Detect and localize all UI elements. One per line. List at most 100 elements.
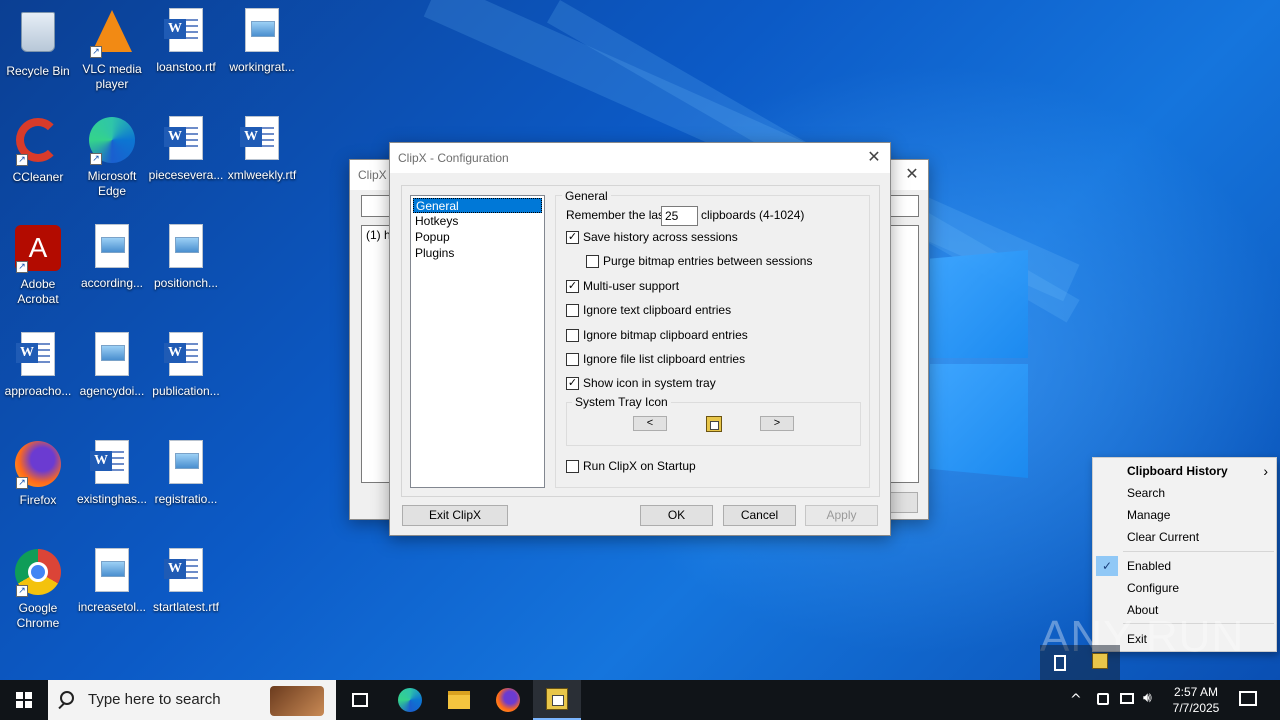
desktop-icon[interactable]: according... <box>74 224 150 291</box>
checkbox-box[interactable] <box>566 328 579 342</box>
checkbox-box[interactable] <box>566 303 579 317</box>
menu-item-enabled[interactable]: Enabled <box>1127 555 1275 577</box>
start-button[interactable] <box>0 680 48 720</box>
show-tray-checkbox[interactable]: ✓ Show icon in system tray <box>566 376 716 390</box>
checkbox-label: Save history across sessions <box>583 230 738 244</box>
purge-bitmap-checkbox[interactable]: Purge bitmap entries between sessions <box>586 254 812 268</box>
menu-item-configure[interactable]: Configure <box>1127 577 1275 599</box>
submenu-arrow-icon: › <box>1263 463 1268 479</box>
run-startup-checkbox[interactable]: Run ClipX on Startup <box>566 459 696 473</box>
firefox-icon: ↗ <box>14 441 62 489</box>
tray-display-icon[interactable] <box>1120 693 1134 704</box>
desktop-icon-label: Firefox <box>19 493 57 507</box>
remember-prefix-label: Remember the last <box>566 208 668 222</box>
desktop-icon[interactable]: Wstartlatest.rtf <box>148 548 224 615</box>
checkbox-box[interactable]: ✓ <box>566 279 579 293</box>
desktop-icon-label: workingrat... <box>229 60 295 74</box>
checkbox-box[interactable] <box>566 352 579 366</box>
taskbar-search-box[interactable]: Type here to search <box>48 680 336 720</box>
checkbox-box[interactable] <box>586 254 599 268</box>
nav-item-popup[interactable]: Popup <box>413 230 452 245</box>
desktop-icon[interactable]: Wxmlweekly.rtf <box>224 116 300 183</box>
desktop-icon[interactable]: ↗ Firefox <box>0 440 76 508</box>
desktop-icon-label: registratio... <box>154 492 218 506</box>
nav-item-plugins[interactable]: Plugins <box>413 246 456 261</box>
shortcut-arrow-icon: ↗ <box>16 477 28 489</box>
desktop-icon-label: Microsoft Edge <box>87 169 137 198</box>
nav-item-hotkeys[interactable]: Hotkeys <box>413 214 460 229</box>
desktop-icon-label: Google Chrome <box>16 601 60 630</box>
taskbar-edge-icon[interactable] <box>386 680 434 720</box>
menu-item-search[interactable]: Search <box>1127 482 1275 504</box>
show-hidden-icons-chevron[interactable]: ^ <box>1070 692 1082 708</box>
remember-count-input[interactable] <box>661 206 698 226</box>
notification-center-icon[interactable] <box>1239 691 1257 706</box>
desktop-icon[interactable]: ↗ Microsoft Edge <box>74 116 150 199</box>
ignore-filelist-checkbox[interactable]: Ignore file list clipboard entries <box>566 352 745 366</box>
desktop-icon[interactable]: ↗ Google Chrome <box>0 548 76 631</box>
desktop-icon[interactable]: Wexistinghas... <box>74 440 150 507</box>
word-doc-icon: W <box>14 332 62 380</box>
desktop-icon[interactable]: A ↗ Adobe Acrobat <box>0 224 76 307</box>
back-window-close-button[interactable]: ✕ <box>896 160 928 190</box>
ignore-bitmap-checkbox[interactable]: Ignore bitmap clipboard entries <box>566 328 748 342</box>
checkbox-label: Ignore file list clipboard entries <box>583 352 746 366</box>
dialog-close-button[interactable]: ✕ <box>858 143 890 173</box>
ok-button[interactable]: OK <box>640 505 713 526</box>
checkbox-box[interactable]: ✓ <box>566 230 579 244</box>
desktop-icon-label: according... <box>80 276 144 290</box>
checkbox-label: Multi-user support <box>583 279 680 293</box>
desktop-icon[interactable]: agencydoi... <box>74 332 150 399</box>
general-group-title: General <box>562 189 611 203</box>
desktop-icon[interactable]: Recycle Bin <box>0 8 76 79</box>
previous-tray-icon-button[interactable]: < <box>633 416 667 431</box>
tray-volume-icon[interactable]: 🔊︎ <box>1143 690 1152 706</box>
vlc-icon: ↗ <box>88 10 136 58</box>
desktop-icon-label: Adobe Acrobat <box>17 277 59 306</box>
nav-item-general[interactable]: General <box>413 198 542 213</box>
multi-user-checkbox[interactable]: ✓ Multi-user support <box>566 279 679 293</box>
desktop-icon[interactable]: Wpiecesevera... <box>148 116 224 183</box>
desktop-icon[interactable]: ↗ VLC media player <box>74 8 150 92</box>
tray-network-icon[interactable] <box>1097 693 1109 705</box>
clipx-configuration-dialog[interactable]: ClipX - Configuration ✕ General Hotkeys Po… <box>389 142 891 536</box>
desktop-icon-label: existinghas... <box>76 492 148 506</box>
image-doc-icon <box>88 332 136 380</box>
search-placeholder: Type here to search <box>88 691 221 708</box>
image-doc-icon <box>88 548 136 596</box>
tray-clipx-icon[interactable] <box>1092 653 1108 669</box>
category-list[interactable]: General Hotkeys Popup Plugins <box>410 195 545 488</box>
cancel-button[interactable]: Cancel <box>723 505 796 526</box>
dialog-title: ClipX - Configuration <box>398 151 509 165</box>
taskbar-firefox-icon[interactable] <box>484 680 532 720</box>
desktop-icon[interactable]: Wloanstoo.rtf <box>148 8 224 75</box>
desktop-icon[interactable]: registratio... <box>148 440 224 507</box>
menu-item-clear-current[interactable]: Clear Current <box>1127 526 1275 548</box>
desktop-icon[interactable]: Wapproacho... <box>0 332 76 399</box>
acrobat-icon: A ↗ <box>14 225 62 273</box>
desktop-icon[interactable]: positionch... <box>148 224 224 291</box>
checkbox-box[interactable]: ✓ <box>566 376 579 390</box>
desktop-icon[interactable]: increasetol... <box>74 548 150 615</box>
apply-button[interactable]: Apply <box>805 505 878 526</box>
taskbar-clipx-icon[interactable] <box>533 680 581 720</box>
ignore-text-checkbox[interactable]: Ignore text clipboard entries <box>566 303 731 317</box>
desktop-icon[interactable]: ↗ CCleaner <box>0 116 76 185</box>
search-highlight-image-icon <box>270 686 324 716</box>
exit-clipx-button[interactable]: Exit ClipX <box>402 505 508 526</box>
tray-clock[interactable]: 2:57 AM 7/7/2025 <box>1166 684 1226 716</box>
task-view-icon[interactable] <box>336 680 384 720</box>
menu-item-manage[interactable]: Manage <box>1127 504 1275 526</box>
desktop-icon-label: loanstoo.rtf <box>156 60 216 74</box>
next-tray-icon-button[interactable]: > <box>760 416 794 431</box>
taskbar-file-explorer-icon[interactable] <box>435 680 483 720</box>
save-history-checkbox[interactable]: ✓ Save history across sessions <box>566 230 738 244</box>
checkbox-box[interactable] <box>566 459 579 473</box>
tray-overflow-area <box>1040 645 1120 680</box>
system-tray-icon-group-title: System Tray Icon <box>572 395 671 409</box>
desktop-icon[interactable]: Wpublication... <box>148 332 224 399</box>
tray-usb-icon[interactable] <box>1054 655 1066 671</box>
desktop-icon[interactable]: workingrat... <box>224 8 300 75</box>
windows-logo-wallpaper <box>930 240 1030 480</box>
menu-item-clipboard-history[interactable]: Clipboard History <box>1127 460 1275 482</box>
